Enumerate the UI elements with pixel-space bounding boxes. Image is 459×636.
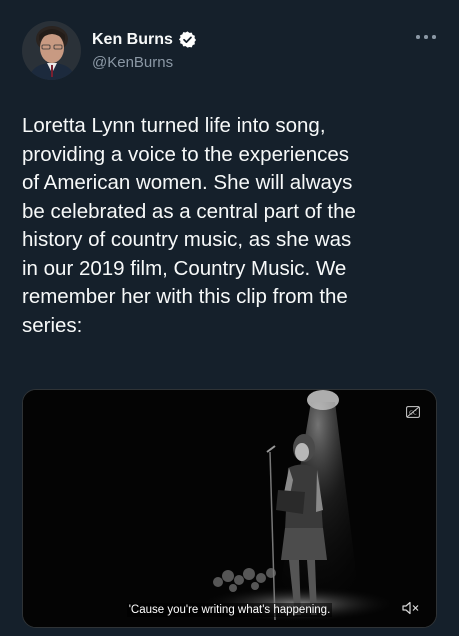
video-subtitle: 'Cause you're writing what's happening. <box>23 603 436 617</box>
author-name[interactable]: Ken Burns <box>92 31 173 49</box>
more-options-icon[interactable] <box>416 30 436 44</box>
author-name-row[interactable]: Ken Burns <box>92 30 197 49</box>
subtitle-text: 'Cause you're writing what's happening. <box>126 603 333 617</box>
closed-captions-icon[interactable]: CC <box>406 406 420 418</box>
video-player[interactable]: CC 'Cause you're writing what's happenin… <box>22 389 437 628</box>
avatar[interactable] <box>22 21 81 80</box>
svg-text:CC: CC <box>409 410 417 416</box>
video-frame <box>23 390 436 627</box>
author-handle[interactable]: @KenBurns <box>92 54 173 71</box>
tweet[interactable]: Ken Burns @KenBurns Loretta Lynn turned … <box>0 0 459 636</box>
verified-badge-icon <box>178 31 196 48</box>
muted-speaker-icon[interactable] <box>402 601 420 615</box>
tweet-text: Loretta Lynn turned life into song, prov… <box>22 114 356 337</box>
